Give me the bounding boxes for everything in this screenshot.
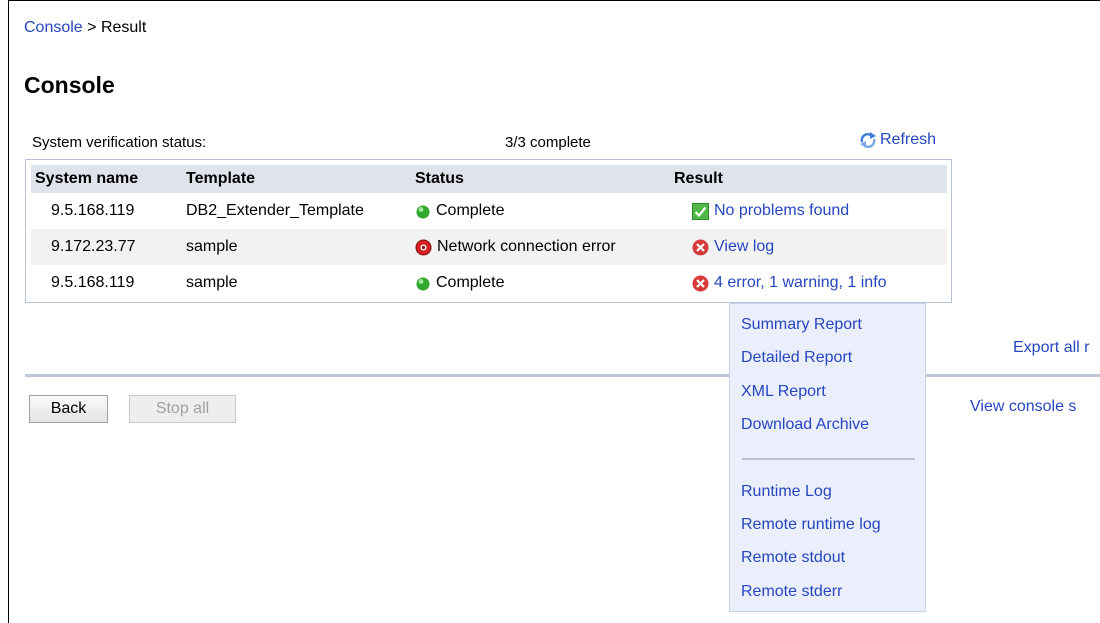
- error-x-icon: [692, 275, 709, 291]
- error-x-icon: [692, 239, 709, 255]
- green-dot-icon: [416, 277, 430, 291]
- section-divider: [25, 374, 1100, 377]
- template-cell: sample: [186, 274, 238, 291]
- table-row: 9.5.168.119 DB2_Extender_Template Comple…: [31, 193, 947, 229]
- menu-item-remote-runtime-log[interactable]: Remote runtime log: [741, 516, 881, 534]
- refresh-link[interactable]: Refresh: [858, 131, 936, 149]
- red-alert-icon: [415, 239, 432, 255]
- column-header-status: Status: [411, 165, 670, 193]
- green-dot-icon: [416, 205, 430, 219]
- system-name-cell: 9.5.168.119: [51, 274, 135, 291]
- results-table: System name Template Status Result 9.5.1…: [31, 165, 947, 301]
- table-row: 9.5.168.119 sample Complete 4 error, 1 w…: [31, 265, 947, 301]
- menu-item-xml-report[interactable]: XML Report: [741, 383, 826, 401]
- menu-item-remote-stderr[interactable]: Remote stderr: [741, 583, 842, 601]
- system-name-cell: 9.172.23.77: [31, 229, 182, 265]
- status-cell: Complete: [411, 265, 670, 301]
- result-cell: 4 error, 1 warning, 1 info: [670, 265, 947, 301]
- status-count: 3/3 complete: [505, 134, 591, 151]
- status-label: System verification status:: [32, 134, 207, 151]
- view-log-link[interactable]: View log: [714, 238, 774, 256]
- result-summary-link[interactable]: 4 error, 1 warning, 1 info: [714, 274, 887, 292]
- view-console-link[interactable]: View console s: [970, 398, 1076, 416]
- page-frame: [8, 0, 1100, 623]
- status-text: Complete: [436, 274, 505, 291]
- refresh-icon: [860, 132, 876, 148]
- result-cell: View log: [670, 229, 947, 265]
- back-button[interactable]: Back: [29, 395, 108, 423]
- table-row: 9.172.23.77 sample Network connection er…: [31, 229, 947, 265]
- status-cell: Network connection error: [411, 229, 670, 265]
- menu-item-remote-stdout[interactable]: Remote stdout: [741, 549, 845, 567]
- column-header-template: Template: [182, 165, 411, 193]
- status-text: Network connection error: [437, 238, 616, 255]
- breadcrumb-current: Result: [100, 19, 147, 36]
- template-cell: sample: [182, 229, 411, 265]
- status-cell: Complete: [411, 193, 670, 229]
- table-header-row: System name Template Status Result: [31, 165, 947, 193]
- result-cell: No problems found: [670, 193, 947, 229]
- system-name-cell: 9.5.168.119: [51, 202, 135, 219]
- status-text: Complete: [436, 202, 505, 219]
- breadcrumb-console-link[interactable]: Console: [24, 19, 83, 36]
- check-icon: [692, 202, 709, 220]
- result-context-menu: Summary Report Detailed Report XML Repor…: [729, 303, 926, 612]
- page-title: Console: [24, 72, 115, 98]
- menu-item-runtime-log[interactable]: Runtime Log: [741, 483, 832, 501]
- stop-all-button[interactable]: Stop all: [129, 395, 236, 423]
- breadcrumb: Console > Result: [24, 19, 146, 37]
- menu-separator: [742, 458, 915, 460]
- result-link[interactable]: No problems found: [714, 202, 849, 220]
- template-cell: DB2_Extender_Template: [186, 202, 364, 219]
- column-header-system: System name: [31, 165, 182, 193]
- menu-item-detailed-report[interactable]: Detailed Report: [741, 349, 852, 367]
- export-all-link[interactable]: Export all r: [1013, 339, 1089, 357]
- menu-item-summary-report[interactable]: Summary Report: [741, 316, 862, 334]
- breadcrumb-separator: >: [82, 19, 101, 36]
- refresh-label: Refresh: [880, 131, 937, 148]
- column-header-result: Result: [670, 165, 947, 193]
- menu-item-download-archive[interactable]: Download Archive: [741, 416, 869, 434]
